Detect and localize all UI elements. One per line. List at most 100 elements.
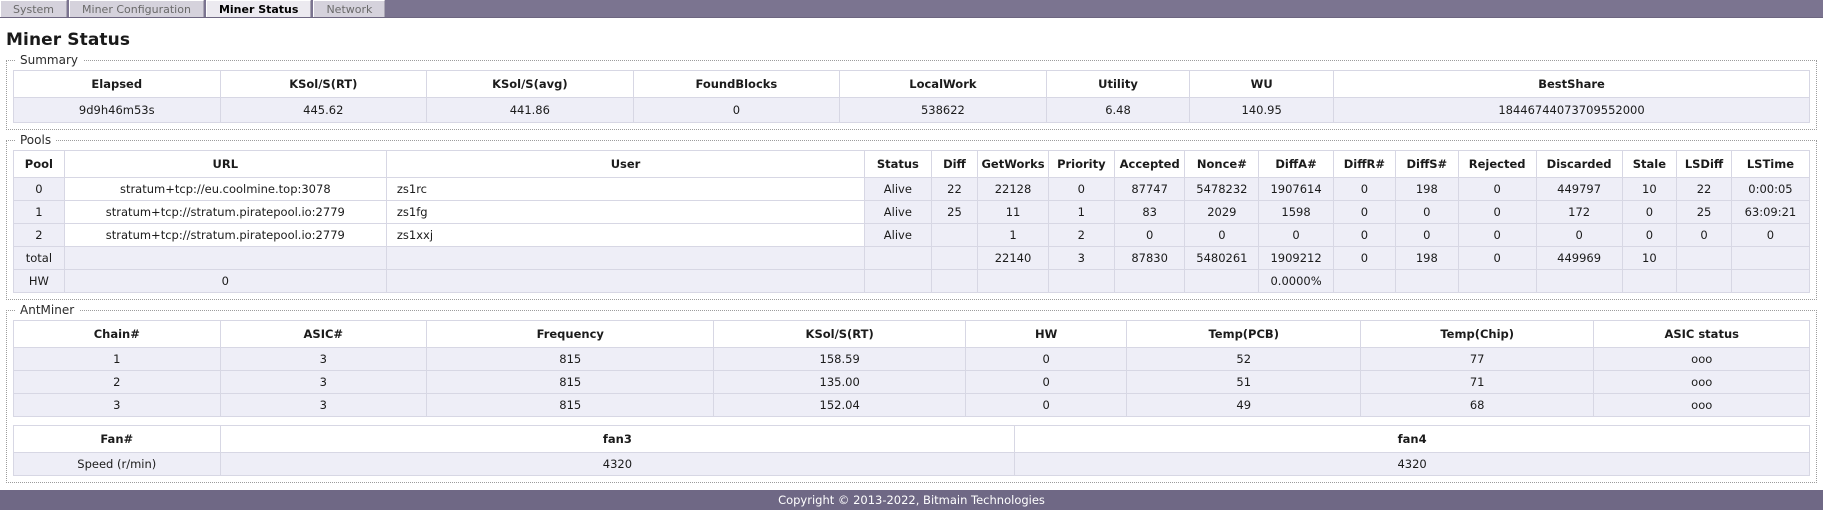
pool-2-stale: 0	[1621, 223, 1678, 247]
antminer-table: Chain# ASIC# Frequency KSol/S(RT) HW Tem…	[13, 320, 1810, 417]
fan-col-fan3: fan3	[219, 425, 1016, 453]
fan4-speed-value: 4320	[1014, 452, 1810, 476]
pool-2-getworks: 1	[977, 223, 1049, 247]
chain-1-hw: 0	[964, 347, 1128, 371]
pool-0-discarded: 449797	[1535, 177, 1623, 201]
pools-hw-label: HW	[13, 269, 65, 293]
antminer-legend: AntMiner	[15, 303, 80, 317]
pools-col-url: URL	[63, 150, 387, 178]
pools-hw-accepted	[1114, 269, 1186, 293]
page-title: Miner Status	[6, 30, 131, 50]
pools-hw-priority	[1047, 269, 1116, 293]
pools-hw-lsdiff	[1676, 269, 1732, 293]
pool-2-url: stratum+tcp://stratum.piratepool.io:2779	[63, 223, 387, 247]
chain-3-temp-pcb: 49	[1126, 393, 1361, 417]
chain-1-frequency: 815	[426, 347, 715, 371]
summary-col-foundblocks: FoundBlocks	[632, 70, 841, 98]
pool-1-diff: 25	[930, 200, 979, 224]
tab-miner-status-label: Miner Status	[218, 3, 299, 16]
pool-0-index: 0	[13, 177, 65, 201]
summary-table: Elapsed KSol/S(RT) KSol/S(avg) FoundBloc…	[13, 70, 1810, 123]
pool-0-priority: 0	[1047, 177, 1116, 201]
summary-col-utility: Utility	[1045, 70, 1191, 98]
antminer-col-temp-chip: Temp(Chip)	[1359, 320, 1595, 348]
pools-total-priority: 3	[1047, 246, 1116, 270]
pool-0-stale: 10	[1621, 177, 1678, 201]
pool-2-lstime: 0	[1730, 223, 1811, 247]
pools-total-nonce: 5480261	[1184, 246, 1260, 270]
summary-col-ksol-avg: KSol/S(avg)	[426, 70, 634, 98]
summary-col-wu: WU	[1189, 70, 1334, 98]
chain-3-temp-chip: 68	[1359, 393, 1595, 417]
chain-2-ksol-rt: 135.00	[713, 370, 966, 394]
pools-hw-lstime	[1730, 269, 1811, 293]
pools-hw-row: HW 0 0.0000%	[13, 269, 1811, 293]
pool-1-diffs: 0	[1395, 200, 1459, 224]
fan3-speed-value: 4320	[219, 452, 1016, 476]
pool-1-status: Alive	[864, 200, 932, 224]
summary-value-localwork: 538622	[839, 97, 1047, 123]
chain-2-asic-status: ooo	[1593, 370, 1810, 394]
chain-3-number: 3	[13, 393, 221, 417]
pool-2-diffs: 0	[1395, 223, 1459, 247]
table-row: 1 stratum+tcp://stratum.piratepool.io:27…	[13, 200, 1811, 224]
pools-header-row: Pool URL User Status Diff GetWorks Prior…	[13, 150, 1811, 178]
pools-total-diffa: 1909212	[1258, 246, 1334, 270]
tab-system[interactable]: System	[0, 0, 68, 17]
summary-value-elapsed: 9d9h46m53s	[13, 97, 221, 123]
chain-2-frequency: 815	[426, 370, 715, 394]
pool-1-stale: 0	[1621, 200, 1678, 224]
pool-1-accepted: 83	[1114, 200, 1186, 224]
pool-2-diffa: 0	[1258, 223, 1334, 247]
chain-2-asic: 3	[219, 370, 428, 394]
pool-2-diffr: 0	[1332, 223, 1397, 247]
tab-network[interactable]: Network	[313, 0, 386, 17]
pools-total-discarded: 449969	[1535, 246, 1623, 270]
pool-1-url: stratum+tcp://stratum.piratepool.io:2779	[63, 200, 387, 224]
pools-col-lsdiff: LSDiff	[1676, 150, 1732, 178]
chain-2-temp-chip: 71	[1359, 370, 1595, 394]
chain-1-number: 1	[13, 347, 221, 371]
summary-section: Summary Elapsed KSol/S(RT) KSol/S(avg) F…	[6, 53, 1817, 130]
pool-1-diffr: 0	[1332, 200, 1397, 224]
fan-col-fan4: fan4	[1014, 425, 1810, 453]
tab-miner-status[interactable]: Miner Status	[205, 0, 312, 17]
pools-total-getworks: 22140	[977, 246, 1049, 270]
pool-1-priority: 1	[1047, 200, 1116, 224]
pools-col-discarded: Discarded	[1535, 150, 1623, 178]
pool-0-diffr: 0	[1332, 177, 1397, 201]
chain-2-temp-pcb: 51	[1126, 370, 1361, 394]
pools-col-diffr: DiffR#	[1332, 150, 1397, 178]
antminer-col-asic: ASIC#	[219, 320, 428, 348]
chain-1-temp-chip: 77	[1359, 347, 1595, 371]
fan-col-number: Fan#	[13, 425, 221, 453]
pools-total-row: total 22140 3 87830 5480261 1909212 0 19…	[13, 246, 1811, 270]
summary-value-bestshare: 18446744073709552000	[1333, 97, 1810, 123]
table-row: 1 3 815 158.59 0 52 77 ooo	[13, 347, 1810, 371]
pools-section: Pools Pool URL User Status Diff GetWorks…	[6, 133, 1817, 300]
pools-total-rejected: 0	[1457, 246, 1537, 270]
antminer-col-ksol-rt: KSol/S(RT)	[713, 320, 966, 348]
pools-total-url	[63, 246, 387, 270]
tab-network-label: Network	[326, 3, 373, 16]
pool-0-accepted: 87747	[1114, 177, 1186, 201]
tab-miner-configuration[interactable]: Miner Configuration	[69, 0, 204, 17]
pool-0-diffa: 1907614	[1258, 177, 1334, 201]
pool-1-user: zs1fg	[385, 200, 866, 224]
fan-header-row: Fan# fan3 fan4	[13, 425, 1810, 453]
pool-0-rejected: 0	[1457, 177, 1537, 201]
summary-col-localwork: LocalWork	[839, 70, 1047, 98]
pool-2-status: Alive	[864, 223, 932, 247]
fan-speed-row: Speed (r/min) 4320 4320	[13, 452, 1810, 476]
pool-0-nonce: 5478232	[1184, 177, 1260, 201]
pools-hw-getworks	[977, 269, 1049, 293]
summary-value-utility: 6.48	[1045, 97, 1191, 123]
summary-data-row: 9d9h46m53s 445.62 441.86 0 538622 6.48 1…	[13, 97, 1810, 123]
antminer-col-chain: Chain#	[13, 320, 221, 348]
pool-1-lstime: 63:09:21	[1730, 200, 1811, 224]
pool-2-nonce: 0	[1184, 223, 1260, 247]
chain-3-asic-status: ooo	[1593, 393, 1810, 417]
pools-col-rejected: Rejected	[1457, 150, 1537, 178]
pools-total-status	[864, 246, 932, 270]
summary-value-foundblocks: 0	[632, 97, 841, 123]
